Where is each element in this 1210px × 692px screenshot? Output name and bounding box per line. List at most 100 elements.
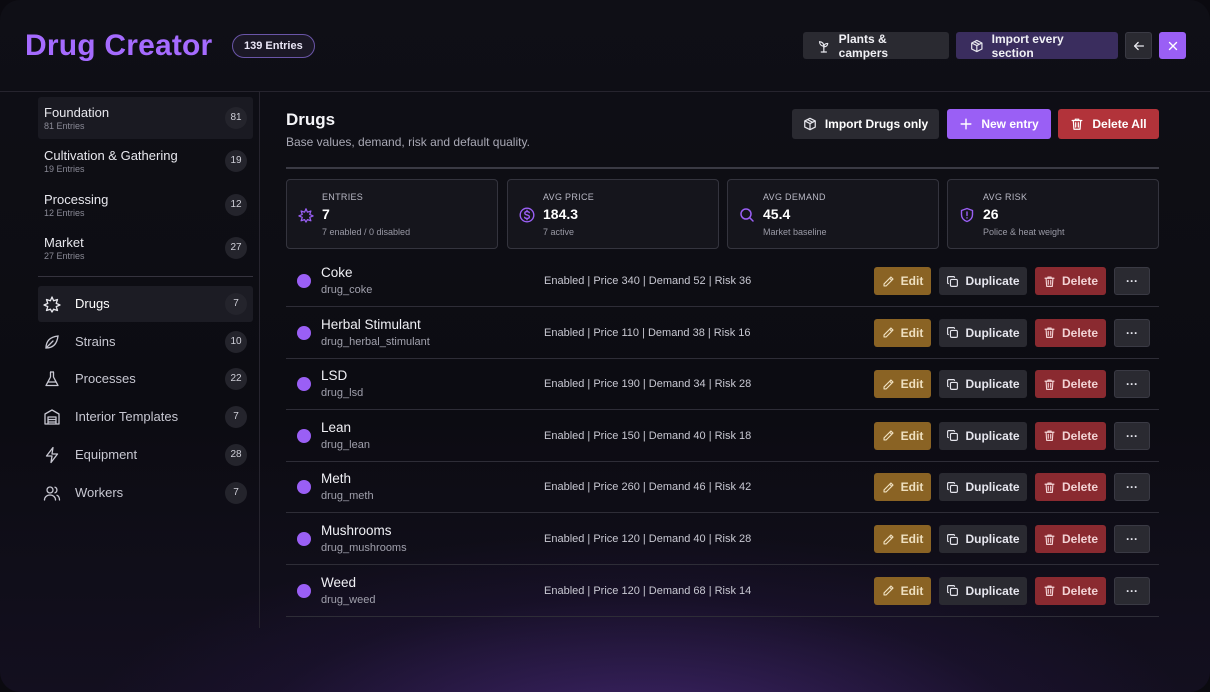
drug-row[interactable]: Meth drug_meth Enabled | Price 260 | Dem… bbox=[286, 462, 1159, 514]
drug-row[interactable]: Coke drug_coke Enabled | Price 340 | Dem… bbox=[286, 256, 1159, 307]
drug-summary: Enabled | Price 260 | Demand 46 | Risk 4… bbox=[544, 481, 752, 494]
more-options-button[interactable]: ··· bbox=[1114, 318, 1150, 347]
warehouse-icon bbox=[43, 408, 61, 426]
drug-id: drug_weed bbox=[321, 593, 376, 606]
duplicate-button[interactable]: Duplicate bbox=[939, 421, 1027, 450]
sidebar-item-label: Interior Templates bbox=[75, 409, 179, 424]
sidebar-item-processes[interactable]: Processes 22 bbox=[38, 361, 253, 397]
trash-icon bbox=[1044, 585, 1055, 597]
more-options-button[interactable]: ··· bbox=[1114, 473, 1150, 502]
sidebar-item-label: Equipment bbox=[75, 447, 138, 462]
duplicate-button[interactable]: Duplicate bbox=[939, 473, 1027, 502]
status-dot bbox=[297, 428, 311, 443]
category-count-badge: 12 bbox=[225, 194, 247, 216]
drug-name: Weed bbox=[321, 574, 357, 590]
category-foundation[interactable]: Foundation 81 Entries 81 bbox=[38, 97, 253, 139]
duplicate-button[interactable]: Duplicate bbox=[939, 525, 1027, 553]
page-subtitle: Base values, demand, risk and default qu… bbox=[286, 135, 530, 149]
delete-button[interactable]: Delete bbox=[1035, 525, 1106, 553]
drug-row[interactable]: LSD drug_lsd Enabled | Price 190 | Deman… bbox=[286, 359, 1159, 411]
delete-button[interactable]: Delete bbox=[1035, 473, 1106, 502]
back-button[interactable] bbox=[1125, 32, 1152, 59]
delete-button[interactable]: Delete bbox=[1035, 370, 1106, 399]
drug-row[interactable]: Mushrooms drug_mushrooms Enabled | Price… bbox=[286, 514, 1159, 565]
sidebar-divider bbox=[38, 276, 253, 277]
category-cultivation-gathering[interactable]: Cultivation & Gathering 19 Entries 19 bbox=[38, 140, 253, 182]
copy-icon bbox=[947, 585, 959, 597]
more-options-button[interactable]: ··· bbox=[1114, 421, 1150, 450]
sidebar-item-interior-templates[interactable]: Interior Templates 7 bbox=[38, 399, 253, 435]
stat-card-avg-price: AVG PRICE 184.3 7 active bbox=[507, 179, 719, 249]
delete-label: Delete bbox=[1061, 274, 1099, 288]
duplicate-button[interactable]: Duplicate bbox=[939, 576, 1027, 605]
stat-note: Police & heat weight bbox=[983, 227, 1065, 237]
duplicate-label: Duplicate bbox=[965, 480, 1020, 495]
category-processing[interactable]: Processing 12 Entries 12 bbox=[38, 184, 253, 226]
import-drugs-button[interactable]: Import Drugs only bbox=[792, 109, 939, 139]
category-count-badge: 27 bbox=[225, 237, 247, 259]
more-options-button[interactable]: ··· bbox=[1114, 525, 1150, 553]
search-icon bbox=[739, 207, 755, 223]
duplicate-button[interactable]: Duplicate bbox=[939, 318, 1027, 347]
import-every-section-button[interactable]: Import every section bbox=[956, 32, 1118, 60]
more-options-button[interactable]: ··· bbox=[1114, 576, 1150, 605]
edit-button[interactable]: Edit bbox=[874, 370, 931, 399]
sidebar-item-count: 22 bbox=[225, 368, 247, 390]
delete-all-button[interactable]: Delete All bbox=[1058, 109, 1159, 139]
delete-button[interactable]: Delete bbox=[1035, 318, 1106, 347]
drug-name: Herbal Stimulant bbox=[321, 316, 421, 332]
trash-icon bbox=[1044, 482, 1055, 493]
sidebar-item-count: 28 bbox=[225, 444, 247, 466]
stat-card-avg-risk: AVG RISK 26 Police & heat weight bbox=[947, 179, 1159, 249]
app-title: Drug Creator bbox=[25, 29, 213, 62]
delete-label: Delete bbox=[1061, 480, 1099, 495]
new-entry-button[interactable]: New entry bbox=[947, 109, 1051, 139]
cannabis-leaf-icon bbox=[298, 207, 314, 223]
package-icon bbox=[971, 39, 983, 52]
entries-count-badge: 139 Entries bbox=[232, 34, 315, 58]
package-icon bbox=[803, 117, 816, 131]
delete-button[interactable]: Delete bbox=[1035, 421, 1106, 450]
sidebar-item-equipment[interactable]: Equipment 28 bbox=[38, 437, 253, 473]
duplicate-button[interactable]: Duplicate bbox=[939, 267, 1027, 295]
more-options-button[interactable]: ··· bbox=[1114, 267, 1150, 295]
more-icon: ··· bbox=[1126, 583, 1138, 598]
category-entries: 19 Entries bbox=[44, 164, 85, 174]
status-dot bbox=[297, 274, 311, 288]
stat-card-entries: ENTRIES 7 7 enabled / 0 disabled bbox=[286, 179, 498, 249]
more-icon: ··· bbox=[1126, 480, 1138, 495]
category-market[interactable]: Market 27 Entries 27 bbox=[38, 227, 253, 269]
drug-row[interactable]: Herbal Stimulant drug_herbal_stimulant E… bbox=[286, 308, 1159, 359]
cannabis-leaf-icon bbox=[43, 295, 61, 313]
drug-name: Mushrooms bbox=[321, 523, 392, 538]
delete-label: Delete bbox=[1061, 583, 1099, 598]
close-button[interactable] bbox=[1159, 32, 1186, 59]
drug-summary: Enabled | Price 120 | Demand 40 | Risk 2… bbox=[544, 533, 752, 545]
stat-value: 184.3 bbox=[543, 206, 579, 222]
copy-icon bbox=[947, 533, 959, 545]
drug-id: drug_mushrooms bbox=[321, 542, 407, 554]
delete-button[interactable]: Delete bbox=[1035, 576, 1106, 605]
drug-creator-window: Drug Creator 139 Entries Plants & camper… bbox=[0, 0, 1210, 692]
delete-button[interactable]: Delete bbox=[1035, 267, 1106, 295]
sidebar-item-workers[interactable]: Workers 7 bbox=[38, 475, 253, 511]
import-drugs-label: Import Drugs only bbox=[824, 117, 929, 131]
more-options-button[interactable]: ··· bbox=[1114, 370, 1150, 399]
duplicate-button[interactable]: Duplicate bbox=[939, 370, 1027, 399]
edit-button[interactable]: Edit bbox=[874, 318, 931, 347]
stat-card-avg-demand: AVG DEMAND 45.4 Market baseline bbox=[727, 179, 939, 249]
edit-button[interactable]: Edit bbox=[874, 267, 931, 295]
edit-button[interactable]: Edit bbox=[874, 473, 931, 502]
drug-row[interactable]: Weed drug_weed Enabled | Price 120 | Dem… bbox=[286, 566, 1159, 617]
plants-campers-button[interactable]: Plants & campers bbox=[803, 32, 949, 60]
edit-button[interactable]: Edit bbox=[874, 421, 931, 450]
stat-value: 26 bbox=[983, 206, 999, 222]
delete-label: Delete bbox=[1061, 325, 1099, 340]
category-entries: 81 Entries bbox=[44, 121, 85, 131]
page-title: Drugs bbox=[286, 110, 336, 129]
edit-button[interactable]: Edit bbox=[874, 525, 931, 553]
sidebar-item-strains[interactable]: Strains 10 bbox=[38, 324, 253, 360]
edit-button[interactable]: Edit bbox=[874, 576, 931, 605]
drug-row[interactable]: Lean drug_lean Enabled | Price 150 | Dem… bbox=[286, 411, 1159, 462]
sidebar-item-drugs[interactable]: Drugs 7 bbox=[38, 286, 253, 322]
